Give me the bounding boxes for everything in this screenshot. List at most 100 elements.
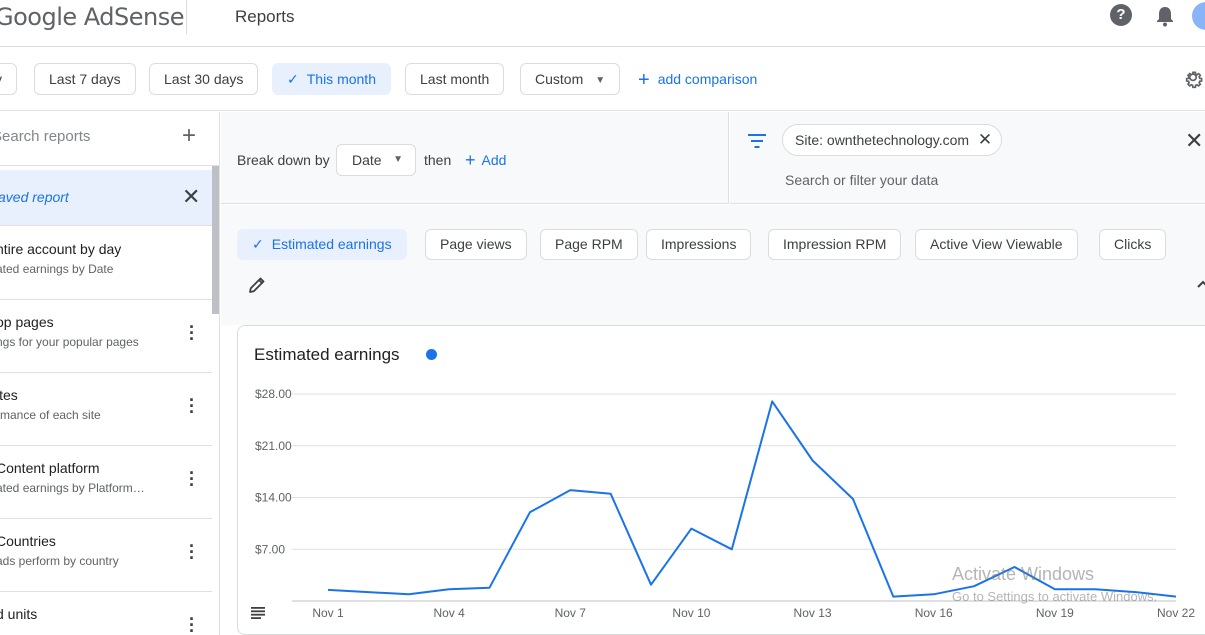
breakdown-label: Break down by (237, 152, 330, 168)
report-item-ad-units[interactable]: d units · · · (0, 592, 212, 635)
report-title: ites (0, 387, 18, 403)
x-tick-label: Nov 16 (915, 606, 953, 620)
add-breakdown-button[interactable]: + Add (465, 150, 506, 171)
date-chip-last-30-days[interactable]: Last 30 days (149, 63, 259, 95)
page-title: Reports (235, 7, 295, 26)
date-chip-label: y (0, 71, 2, 87)
remove-filter-icon[interactable]: ✕ (978, 125, 992, 155)
date-chip-label: Last 7 days (49, 71, 121, 87)
y-tick-label: $7.00 (255, 542, 285, 556)
date-range-bar: y Last 7 days Last 30 days ✓ This month L… (0, 47, 1205, 111)
plus-icon: + (465, 150, 476, 170)
metric-label: Impression RPM (783, 236, 887, 252)
add-breakdown-label: Add (481, 152, 507, 168)
metric-chip-estimated-earnings[interactable]: ✓ Estimated earnings (237, 229, 407, 260)
metric-label: Page RPM (555, 236, 623, 252)
more-options-icon[interactable]: · · · (184, 464, 200, 494)
saved-report-item[interactable]: aved report ✕ (0, 170, 212, 226)
breakdown-then-label: then (424, 152, 452, 168)
metric-chip-clicks[interactable]: Clicks (1099, 229, 1167, 260)
activate-windows-watermark: Activate Windows (952, 564, 1095, 584)
filter-icon[interactable] (748, 134, 766, 148)
site-filter-label: Site: ownthetechnology.com (795, 132, 970, 148)
metric-chip-impression-rpm[interactable]: Impression RPM (768, 229, 902, 260)
account-avatar[interactable] (1192, 2, 1205, 30)
breakdown-dimension-select[interactable]: Date ▼ (336, 144, 416, 176)
adsense-logo[interactable]: Google AdSense (0, 3, 184, 31)
report-title: d units (0, 606, 38, 622)
close-icon[interactable]: ✕ (1185, 128, 1203, 154)
search-reports-input[interactable] (0, 128, 162, 145)
reports-sidebar: + aved report ✕ ntire account by day ate… (0, 112, 220, 635)
report-title: Content platform (0, 460, 100, 476)
check-icon: ✓ (287, 71, 299, 87)
earnings-line-chart[interactable]: $7.00 $14.00 $21.00 $28.00 Nov 1 Nov 4 Nov 7 No… (238, 326, 1205, 634)
report-title: op pages (0, 314, 54, 330)
filter-panel: Site: ownthetechnology.com ✕ ✕ (730, 112, 1205, 204)
metric-label: Page views (440, 236, 512, 252)
help-icon[interactable]: ? (1110, 4, 1132, 26)
report-subtitle: ated earnings by Platform… (0, 481, 145, 495)
date-chip-label: This month (306, 71, 376, 87)
top-header: Google AdSense Reports ? (0, 0, 1205, 47)
x-tick-label: Nov 22 (1157, 606, 1195, 620)
more-options-icon[interactable]: · · · (184, 391, 200, 421)
report-subtitle: ated earnings by Date (0, 262, 114, 276)
header-divider (186, 0, 187, 34)
metric-label: Clicks (1114, 236, 1152, 252)
add-comparison-button[interactable]: + add comparison (638, 63, 757, 95)
metric-chip-active-view-viewable[interactable]: Active View Viewable (915, 229, 1078, 260)
edit-pencil-icon[interactable] (247, 275, 267, 295)
report-item-countries[interactable]: Countries ads perform by country · · · (0, 519, 212, 592)
report-subtitle: rmance of each site (0, 408, 101, 422)
collapse-icon[interactable] (1196, 277, 1205, 291)
metric-chip-impressions[interactable]: Impressions (646, 229, 752, 260)
date-chip-this-month[interactable]: ✓ This month (272, 63, 391, 95)
y-tick-label: $21.00 (255, 439, 292, 453)
check-icon: ✓ (252, 236, 264, 252)
x-tick-label: Nov 4 (433, 606, 465, 620)
plus-icon: + (638, 69, 650, 91)
more-options-icon[interactable]: · · · (184, 610, 200, 635)
metric-chip-page-views[interactable]: Page views (425, 229, 527, 260)
more-options-icon[interactable]: · · · (184, 537, 200, 567)
report-item-content-platform[interactable]: Content platform ated earnings by Platfo… (0, 446, 212, 519)
date-chip-custom[interactable]: Custom ▼ (520, 63, 621, 95)
y-tick-label: $14.00 (255, 491, 292, 505)
date-chip-label: Last 30 days (164, 71, 244, 87)
filter-search-input[interactable] (785, 172, 1085, 188)
report-title: ntire account by day (0, 241, 122, 257)
metric-label: Active View Viewable (930, 236, 1063, 252)
x-tick-label: Nov 1 (312, 606, 344, 620)
dropdown-caret-icon: ▼ (595, 75, 606, 86)
report-search-row: + (0, 112, 219, 166)
date-chip-label: Custom (535, 71, 584, 87)
report-item-top-pages[interactable]: op pages ngs for your popular pages · · · (0, 300, 212, 373)
site-filter-chip[interactable]: Site: ownthetechnology.com ✕ (782, 124, 1003, 156)
saved-report-label: aved report (0, 189, 69, 205)
activate-windows-subtext: Go to Settings to activate Windows. (952, 589, 1158, 604)
breakdown-panel: Break down by Date ▼ then + Add (221, 112, 729, 204)
date-chip-last-7-days[interactable]: Last 7 days (34, 63, 136, 95)
report-item-entire-account[interactable]: ntire account by day ated earnings by Da… (0, 227, 212, 300)
sidebar-scrollbar[interactable] (212, 166, 219, 314)
more-options-icon[interactable]: · · · (184, 318, 200, 348)
table-view-icon[interactable] (251, 607, 265, 619)
new-report-plus-icon[interactable]: + (182, 122, 196, 150)
metric-chip-page-rpm[interactable]: Page RPM (540, 229, 638, 260)
report-subtitle: ngs for your popular pages (0, 335, 139, 349)
notifications-bell-icon[interactable] (1155, 5, 1175, 27)
report-subtitle: ads perform by country (0, 554, 119, 568)
x-tick-label: Nov 10 (672, 606, 710, 620)
x-tick-label: Nov 13 (794, 606, 832, 620)
report-item-sites[interactable]: ites rmance of each site ··· (0, 373, 212, 446)
x-tick-label: Nov 19 (1036, 606, 1074, 620)
date-chip-yesterday[interactable]: y (0, 63, 17, 95)
date-chip-last-month[interactable]: Last month (405, 63, 505, 95)
dropdown-caret-icon: ▼ (393, 154, 403, 165)
metrics-selector: ✓ Estimated earnings Page views Page RPM … (221, 205, 1205, 325)
breakdown-dimension-value: Date (352, 152, 382, 168)
close-icon[interactable]: ✕ (182, 184, 200, 210)
settings-gear-icon[interactable] (1182, 69, 1204, 91)
y-tick-label: $28.00 (255, 387, 292, 401)
